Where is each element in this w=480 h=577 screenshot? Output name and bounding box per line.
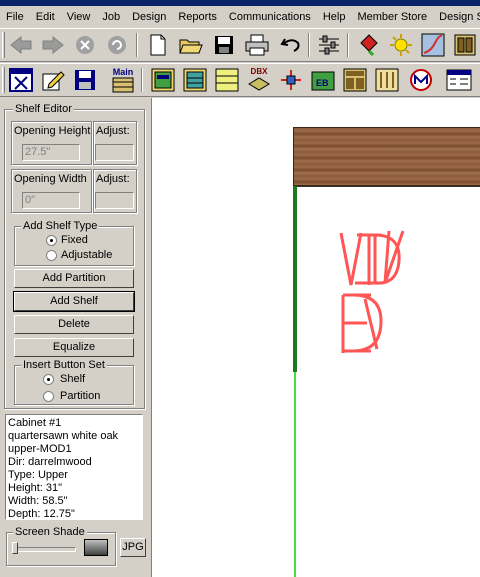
adjustable-radio[interactable]	[46, 250, 57, 261]
undo-icon[interactable]	[278, 32, 304, 58]
shelf-editor-panel: Shelf Editor Opening Height 27.5" Adjust…	[0, 98, 150, 577]
save-icon[interactable]	[211, 32, 237, 58]
insert-button-set-label: Insert Button Set	[21, 359, 107, 372]
opening-width-label: Opening Width	[14, 173, 87, 185]
design-canvas[interactable]	[151, 98, 480, 577]
cm-icon[interactable]	[408, 67, 434, 93]
cabinet-toolbar: Main DBX EB	[0, 63, 480, 97]
dbx-label: DBX	[250, 67, 268, 76]
drawer-cabinet-icon[interactable]	[342, 67, 368, 93]
add-shelf-type-label: Add Shelf Type	[21, 220, 100, 233]
eb-label: EB	[316, 78, 329, 88]
refresh-icon[interactable]	[104, 32, 130, 58]
delete-button[interactable]: Delete	[14, 315, 134, 334]
toolbar-grip[interactable]	[2, 32, 5, 58]
open-folder-icon[interactable]	[178, 32, 204, 58]
opening-height-label: Opening Height	[14, 125, 91, 137]
toolbar-grip[interactable]	[2, 67, 5, 93]
menu-bar: File Edit View Job Design Reports Commun…	[0, 8, 480, 26]
main-label: Main	[112, 66, 134, 77]
eb-icon[interactable]: EB	[310, 67, 336, 93]
shade-color-swatch[interactable]	[84, 539, 108, 556]
menu-view[interactable]: View	[61, 8, 97, 26]
forward-arrow-icon[interactable]	[40, 32, 66, 58]
shelf-radio[interactable]	[43, 374, 54, 385]
title-bar	[0, 0, 480, 6]
partition-radio-label: Partition	[60, 390, 101, 402]
menu-help[interactable]: Help	[317, 8, 352, 26]
chart-curve-icon[interactable]	[420, 32, 446, 58]
print-icon[interactable]	[244, 32, 270, 58]
close-window-icon[interactable]	[8, 67, 34, 93]
fixed-label: Fixed	[61, 234, 88, 246]
add-shelf-button[interactable]: Add Shelf	[13, 291, 135, 312]
equalize-button[interactable]: Equalize	[14, 338, 134, 357]
menu-reports[interactable]: Reports	[172, 8, 223, 26]
cabinet-info-line: upper-MOD1	[8, 443, 72, 455]
tools-icon[interactable]	[278, 67, 304, 93]
adjustable-label: Adjustable	[61, 249, 113, 261]
screen-shade-slider-thumb[interactable]	[12, 542, 18, 554]
main-toolbar	[0, 28, 480, 62]
partition-radio[interactable]	[43, 391, 54, 402]
opening-width-field[interactable]: 0"	[22, 192, 80, 209]
menu-communications[interactable]: Communications	[223, 8, 317, 26]
calculator-icon[interactable]	[446, 67, 472, 93]
settings-sliders-icon[interactable]	[316, 32, 342, 58]
cabinet-info-box: Cabinet #1 quartersawn white oak upper-M…	[5, 414, 143, 520]
cabinet-info-line: Height: 31"	[8, 482, 63, 494]
menu-design-sharing[interactable]: Design Sharing	[433, 8, 480, 26]
dbx-icon[interactable]: DBX	[246, 67, 272, 93]
main-cabinet-icon[interactable]: Main	[110, 67, 136, 93]
stop-icon[interactable]	[72, 32, 98, 58]
new-document-icon[interactable]	[145, 32, 171, 58]
adjust-height-label: Adjust:	[96, 125, 130, 137]
edit-pencil-icon[interactable]	[40, 67, 66, 93]
dimension-markers	[339, 230, 405, 353]
shelf-editor-title: Shelf Editor	[13, 103, 74, 116]
adjust-width-field[interactable]	[95, 192, 134, 209]
menu-edit[interactable]: Edit	[30, 8, 61, 26]
cabinet-a-icon[interactable]	[150, 67, 176, 93]
adjust-width-label: Adjust:	[96, 173, 130, 185]
cabinet-b-icon[interactable]	[182, 67, 208, 93]
back-arrow-icon[interactable]	[8, 32, 34, 58]
cabinet-info-line: quartersawn white oak	[8, 430, 119, 442]
menu-design[interactable]: Design	[126, 8, 172, 26]
paint-bucket-icon[interactable]	[356, 32, 382, 58]
cabinet-info-line: Depth: 12.75"	[8, 508, 75, 520]
save-disk-icon[interactable]	[72, 67, 98, 93]
cabinet-top-wood	[293, 127, 480, 186]
cabinet-info-line: Cabinet #1	[8, 417, 62, 429]
fixed-radio[interactable]	[46, 235, 57, 246]
menu-job[interactable]: Job	[96, 8, 126, 26]
cabinet-icon[interactable]	[452, 32, 478, 58]
cabinet-edge-line	[297, 186, 480, 187]
menu-member-store[interactable]: Member Store	[351, 8, 433, 26]
jpg-button[interactable]: JPG	[120, 538, 146, 557]
screen-shade-slider-track[interactable]	[12, 547, 76, 552]
screen-shade-label: Screen Shade	[13, 526, 87, 539]
wall-left-dark	[293, 186, 297, 372]
add-partition-button[interactable]: Add Partition	[14, 269, 134, 288]
toolbar-separator	[136, 33, 138, 57]
shelf-radio-label: Shelf	[60, 373, 86, 385]
toolbar-separator	[347, 33, 349, 57]
light-icon[interactable]	[388, 32, 414, 58]
adjust-height-field[interactable]	[95, 144, 134, 161]
cabinet-info-line: Width: 58.5"	[8, 495, 68, 507]
toolbar-separator	[141, 68, 143, 92]
toolbar-separator	[308, 33, 310, 57]
opening-height-field[interactable]: 27.5"	[22, 144, 80, 161]
doors-icon[interactable]	[374, 67, 400, 93]
wall-left-light	[294, 372, 296, 577]
cabinet-info-line: Dir: darrelmwood	[8, 456, 92, 468]
cabinet-info-line: Type: Upper	[8, 469, 68, 481]
menu-file[interactable]: File	[0, 8, 30, 26]
cabinet-c-icon[interactable]	[214, 67, 240, 93]
